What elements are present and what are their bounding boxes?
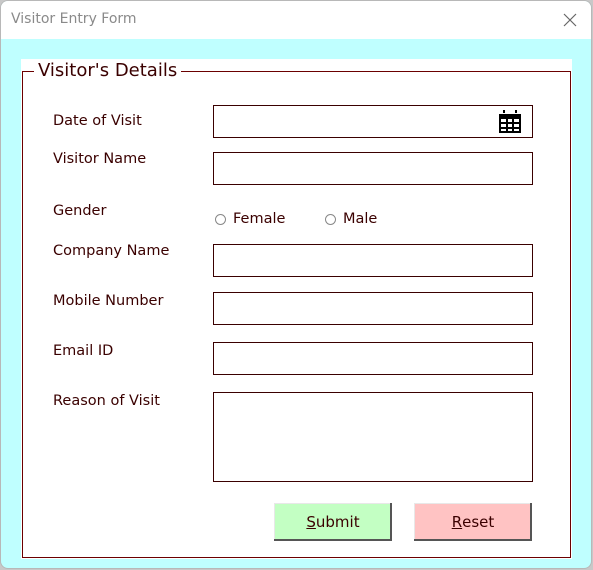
radio-circle-icon [215, 213, 226, 225]
email-id-input[interactable] [213, 342, 533, 375]
calendar-icon[interactable] [498, 110, 522, 134]
reset-accelerator: R [451, 513, 463, 531]
reset-button[interactable]: Reset [414, 503, 532, 541]
male-option-label: Male [343, 211, 378, 227]
gender-male-radio[interactable]: Male [325, 211, 377, 227]
gender-female-radio[interactable]: Female [215, 211, 285, 227]
radio-circle-icon [325, 213, 336, 225]
title-bar[interactable]: Visitor Entry Form [1, 1, 591, 39]
close-icon [563, 13, 577, 27]
window-title: Visitor Entry Form [11, 11, 137, 27]
submit-accelerator: S [306, 513, 316, 531]
date-of-visit-input[interactable] [213, 105, 533, 138]
date-of-visit-label: Date of Visit [53, 113, 142, 129]
visitor-name-label: Visitor Name [53, 151, 147, 167]
submit-label-rest: ubmit [315, 513, 360, 531]
submit-button[interactable]: Submit [274, 503, 392, 541]
company-name-input[interactable] [213, 244, 533, 277]
close-button[interactable] [557, 7, 583, 33]
visitor-entry-window: Visitor Entry Form Visitor's Details Dat… [0, 0, 592, 569]
gender-label: Gender [53, 203, 107, 219]
female-option-label: Female [233, 211, 286, 227]
mobile-number-input[interactable] [213, 292, 533, 325]
mobile-number-label: Mobile Number [53, 293, 164, 309]
reset-label-rest: eset [462, 513, 495, 531]
reason-of-visit-label: Reason of Visit [53, 393, 160, 409]
email-id-label: Email ID [53, 343, 114, 359]
company-name-label: Company Name [53, 243, 170, 259]
reason-of-visit-textarea[interactable] [213, 392, 533, 482]
visitor-name-input[interactable] [213, 152, 533, 185]
frame-caption: Visitor's Details [34, 60, 182, 82]
